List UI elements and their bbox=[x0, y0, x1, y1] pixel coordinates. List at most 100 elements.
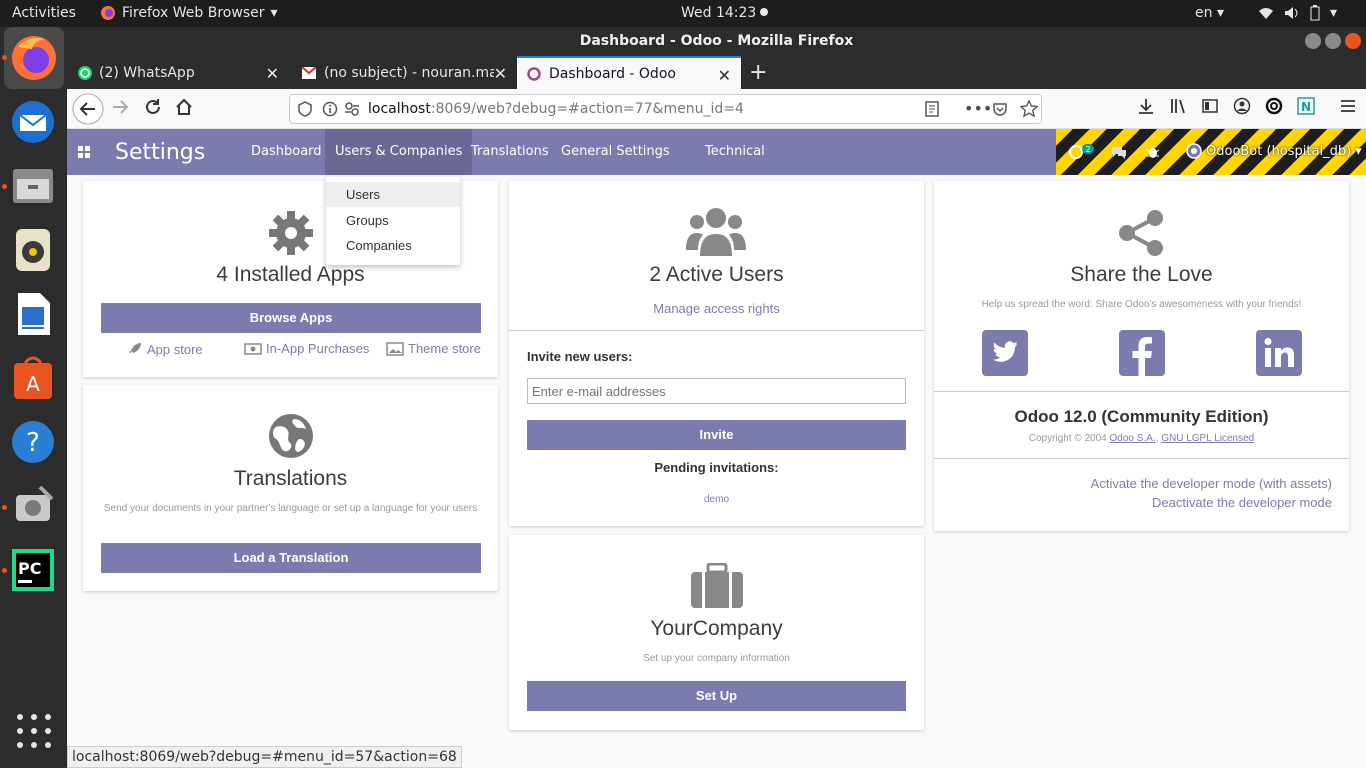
menu-translations[interactable]: Translations bbox=[461, 129, 559, 175]
minimize-button[interactable] bbox=[1305, 33, 1321, 49]
home-button[interactable] bbox=[174, 97, 194, 117]
divider bbox=[934, 458, 1349, 459]
maximize-button[interactable] bbox=[1325, 33, 1341, 49]
share-panel: Share the Love Help us spread the word: … bbox=[934, 181, 1349, 531]
dropdown-users[interactable]: Users bbox=[326, 182, 460, 207]
close-tab-icon[interactable]: ✕ bbox=[494, 64, 507, 83]
load-translation-button[interactable]: Load a Translation bbox=[101, 543, 481, 573]
close-window-button[interactable] bbox=[1345, 33, 1361, 49]
dock-thunderbird[interactable] bbox=[10, 99, 56, 145]
odoo-sa-link[interactable]: Odoo S.A. bbox=[1110, 433, 1156, 444]
language-indicator[interactable]: en ▾ bbox=[1195, 5, 1224, 21]
dock-pycharm[interactable]: PC bbox=[10, 547, 56, 593]
notion-extension-icon[interactable]: N bbox=[1297, 97, 1315, 115]
dock-rhythmbox[interactable] bbox=[10, 227, 56, 273]
navigation-bar: localhost:8069/web?debug=#action=77&menu… bbox=[67, 89, 1366, 129]
translations-description: Send your documents in your partner's la… bbox=[103, 503, 478, 514]
users-companies-dropdown: Users Groups Companies bbox=[326, 177, 460, 265]
library-icon[interactable] bbox=[1169, 97, 1187, 115]
set-up-button[interactable]: Set Up bbox=[527, 681, 906, 711]
dropdown-companies[interactable]: Companies bbox=[326, 233, 460, 258]
app-title[interactable]: Settings bbox=[115, 140, 205, 165]
url-bar[interactable]: localhost:8069/web?debug=#action=77&menu… bbox=[289, 94, 1042, 124]
invite-button[interactable]: Invite bbox=[527, 420, 906, 450]
apps-grid-icon[interactable] bbox=[78, 146, 90, 158]
pending-user-link[interactable]: demo bbox=[509, 494, 924, 505]
messaging-icon[interactable] bbox=[1110, 144, 1128, 160]
forward-button[interactable] bbox=[110, 97, 130, 117]
pocket-icon[interactable] bbox=[992, 101, 1008, 117]
activities-button[interactable]: Activities bbox=[12, 5, 76, 21]
svg-text:2: 2 bbox=[1085, 145, 1090, 154]
reader-view-icon[interactable] bbox=[924, 101, 940, 117]
odoo-icon bbox=[527, 66, 541, 81]
menu-technical[interactable]: Technical bbox=[695, 129, 775, 175]
account-icon[interactable] bbox=[1233, 97, 1251, 115]
license-link[interactable]: GNU LGPL Licensed bbox=[1161, 433, 1254, 444]
dock-help[interactable]: ? bbox=[10, 419, 56, 465]
tab-label: (2) WhatsApp bbox=[99, 64, 195, 81]
in-app-purchases-link[interactable]: In-App Purchases bbox=[244, 341, 394, 356]
tab-whatsapp[interactable]: (2) WhatsApp ✕ bbox=[67, 56, 289, 89]
shield-icon[interactable] bbox=[298, 101, 312, 117]
dock-screenshot[interactable] bbox=[10, 483, 56, 529]
close-tab-icon[interactable]: ✕ bbox=[266, 64, 279, 83]
permissions-icon[interactable] bbox=[344, 101, 360, 117]
whatsapp-icon bbox=[77, 65, 93, 81]
window-title-bar: Dashboard - Odoo - Mozilla Firefox bbox=[67, 27, 1366, 56]
user-menu[interactable]: OdooBot (hospital_db) ▾ bbox=[1186, 143, 1362, 159]
manage-access-rights-link[interactable]: Manage access rights bbox=[509, 301, 924, 316]
twitter-icon[interactable] bbox=[982, 330, 1028, 376]
extension-icon[interactable] bbox=[1265, 97, 1283, 115]
theme-store-link[interactable]: Theme store bbox=[386, 341, 496, 356]
menu-dashboard[interactable]: Dashboard bbox=[241, 129, 332, 175]
dock-software-center[interactable]: A bbox=[10, 355, 56, 401]
menu-icon[interactable] bbox=[1339, 97, 1357, 115]
bookmark-star-icon[interactable] bbox=[1020, 100, 1038, 118]
dropdown-groups[interactable]: Groups bbox=[326, 208, 460, 233]
running-indicator bbox=[2, 568, 7, 573]
show-applications-button[interactable] bbox=[14, 711, 54, 751]
info-icon[interactable] bbox=[322, 101, 338, 117]
activate-dev-mode-assets-link[interactable]: Activate the developer mode (with assets… bbox=[1091, 476, 1332, 491]
firefox-icon bbox=[100, 5, 116, 21]
clock[interactable]: Wed 14:23 bbox=[681, 5, 769, 21]
app-store-link[interactable]: App store bbox=[127, 341, 247, 357]
running-indicator bbox=[2, 505, 7, 510]
tab-odoo-dashboard[interactable]: Dashboard - Odoo ✕ bbox=[517, 56, 741, 89]
close-tab-icon[interactable]: ✕ bbox=[718, 66, 731, 85]
deactivate-dev-mode-link[interactable]: Deactivate the developer mode bbox=[1152, 495, 1332, 510]
dock-firefox[interactable] bbox=[4, 27, 64, 89]
invite-email-input[interactable] bbox=[527, 378, 906, 404]
menu-users-companies[interactable]: Users & Companies bbox=[325, 129, 473, 175]
dock-writer[interactable] bbox=[10, 291, 56, 337]
notification-dot bbox=[760, 8, 769, 16]
tab-gmail[interactable]: (no subject) - nouran.ma ✕ bbox=[292, 56, 517, 89]
translations-panel: Translations Send your documents in your… bbox=[83, 385, 498, 591]
menu-general-settings[interactable]: General Settings bbox=[551, 129, 680, 175]
ubuntu-dock: A ? PC bbox=[0, 27, 67, 768]
dock-file-manager[interactable] bbox=[10, 163, 56, 209]
reload-button[interactable] bbox=[143, 97, 163, 117]
browse-apps-button[interactable]: Browse Apps bbox=[101, 303, 481, 333]
page-actions-icon[interactable]: ••• bbox=[964, 95, 992, 123]
back-button[interactable] bbox=[71, 92, 105, 126]
app-menu[interactable]: Firefox Web Browser ▾ bbox=[100, 5, 278, 21]
divider bbox=[934, 391, 1349, 392]
linkedin-icon[interactable] bbox=[1256, 330, 1302, 376]
share-description: Help us spread the word: Share Odoo's aw… bbox=[981, 299, 1302, 310]
svg-text:?: ? bbox=[26, 428, 40, 458]
system-tray[interactable]: ▾ bbox=[1258, 5, 1337, 21]
gmail-icon bbox=[302, 66, 316, 79]
caret-down-icon: ▾ bbox=[1355, 143, 1362, 159]
tab-label: (no subject) - nouran.ma bbox=[324, 64, 494, 81]
settings-dashboard: 4 Installed Apps Browse Apps App store I… bbox=[67, 175, 1366, 768]
share-title: Share the Love bbox=[1070, 263, 1213, 286]
sidebar-icon[interactable] bbox=[1201, 97, 1219, 115]
activity-icon[interactable]: 2 bbox=[1068, 143, 1094, 161]
debug-mode-banner: 2 OdooBot (hospital_db) ▾ bbox=[1056, 129, 1366, 175]
downloads-icon[interactable] bbox=[1137, 97, 1155, 115]
new-tab-button[interactable]: + bbox=[749, 60, 767, 85]
facebook-icon[interactable] bbox=[1119, 330, 1165, 376]
bug-icon[interactable] bbox=[1146, 144, 1160, 160]
